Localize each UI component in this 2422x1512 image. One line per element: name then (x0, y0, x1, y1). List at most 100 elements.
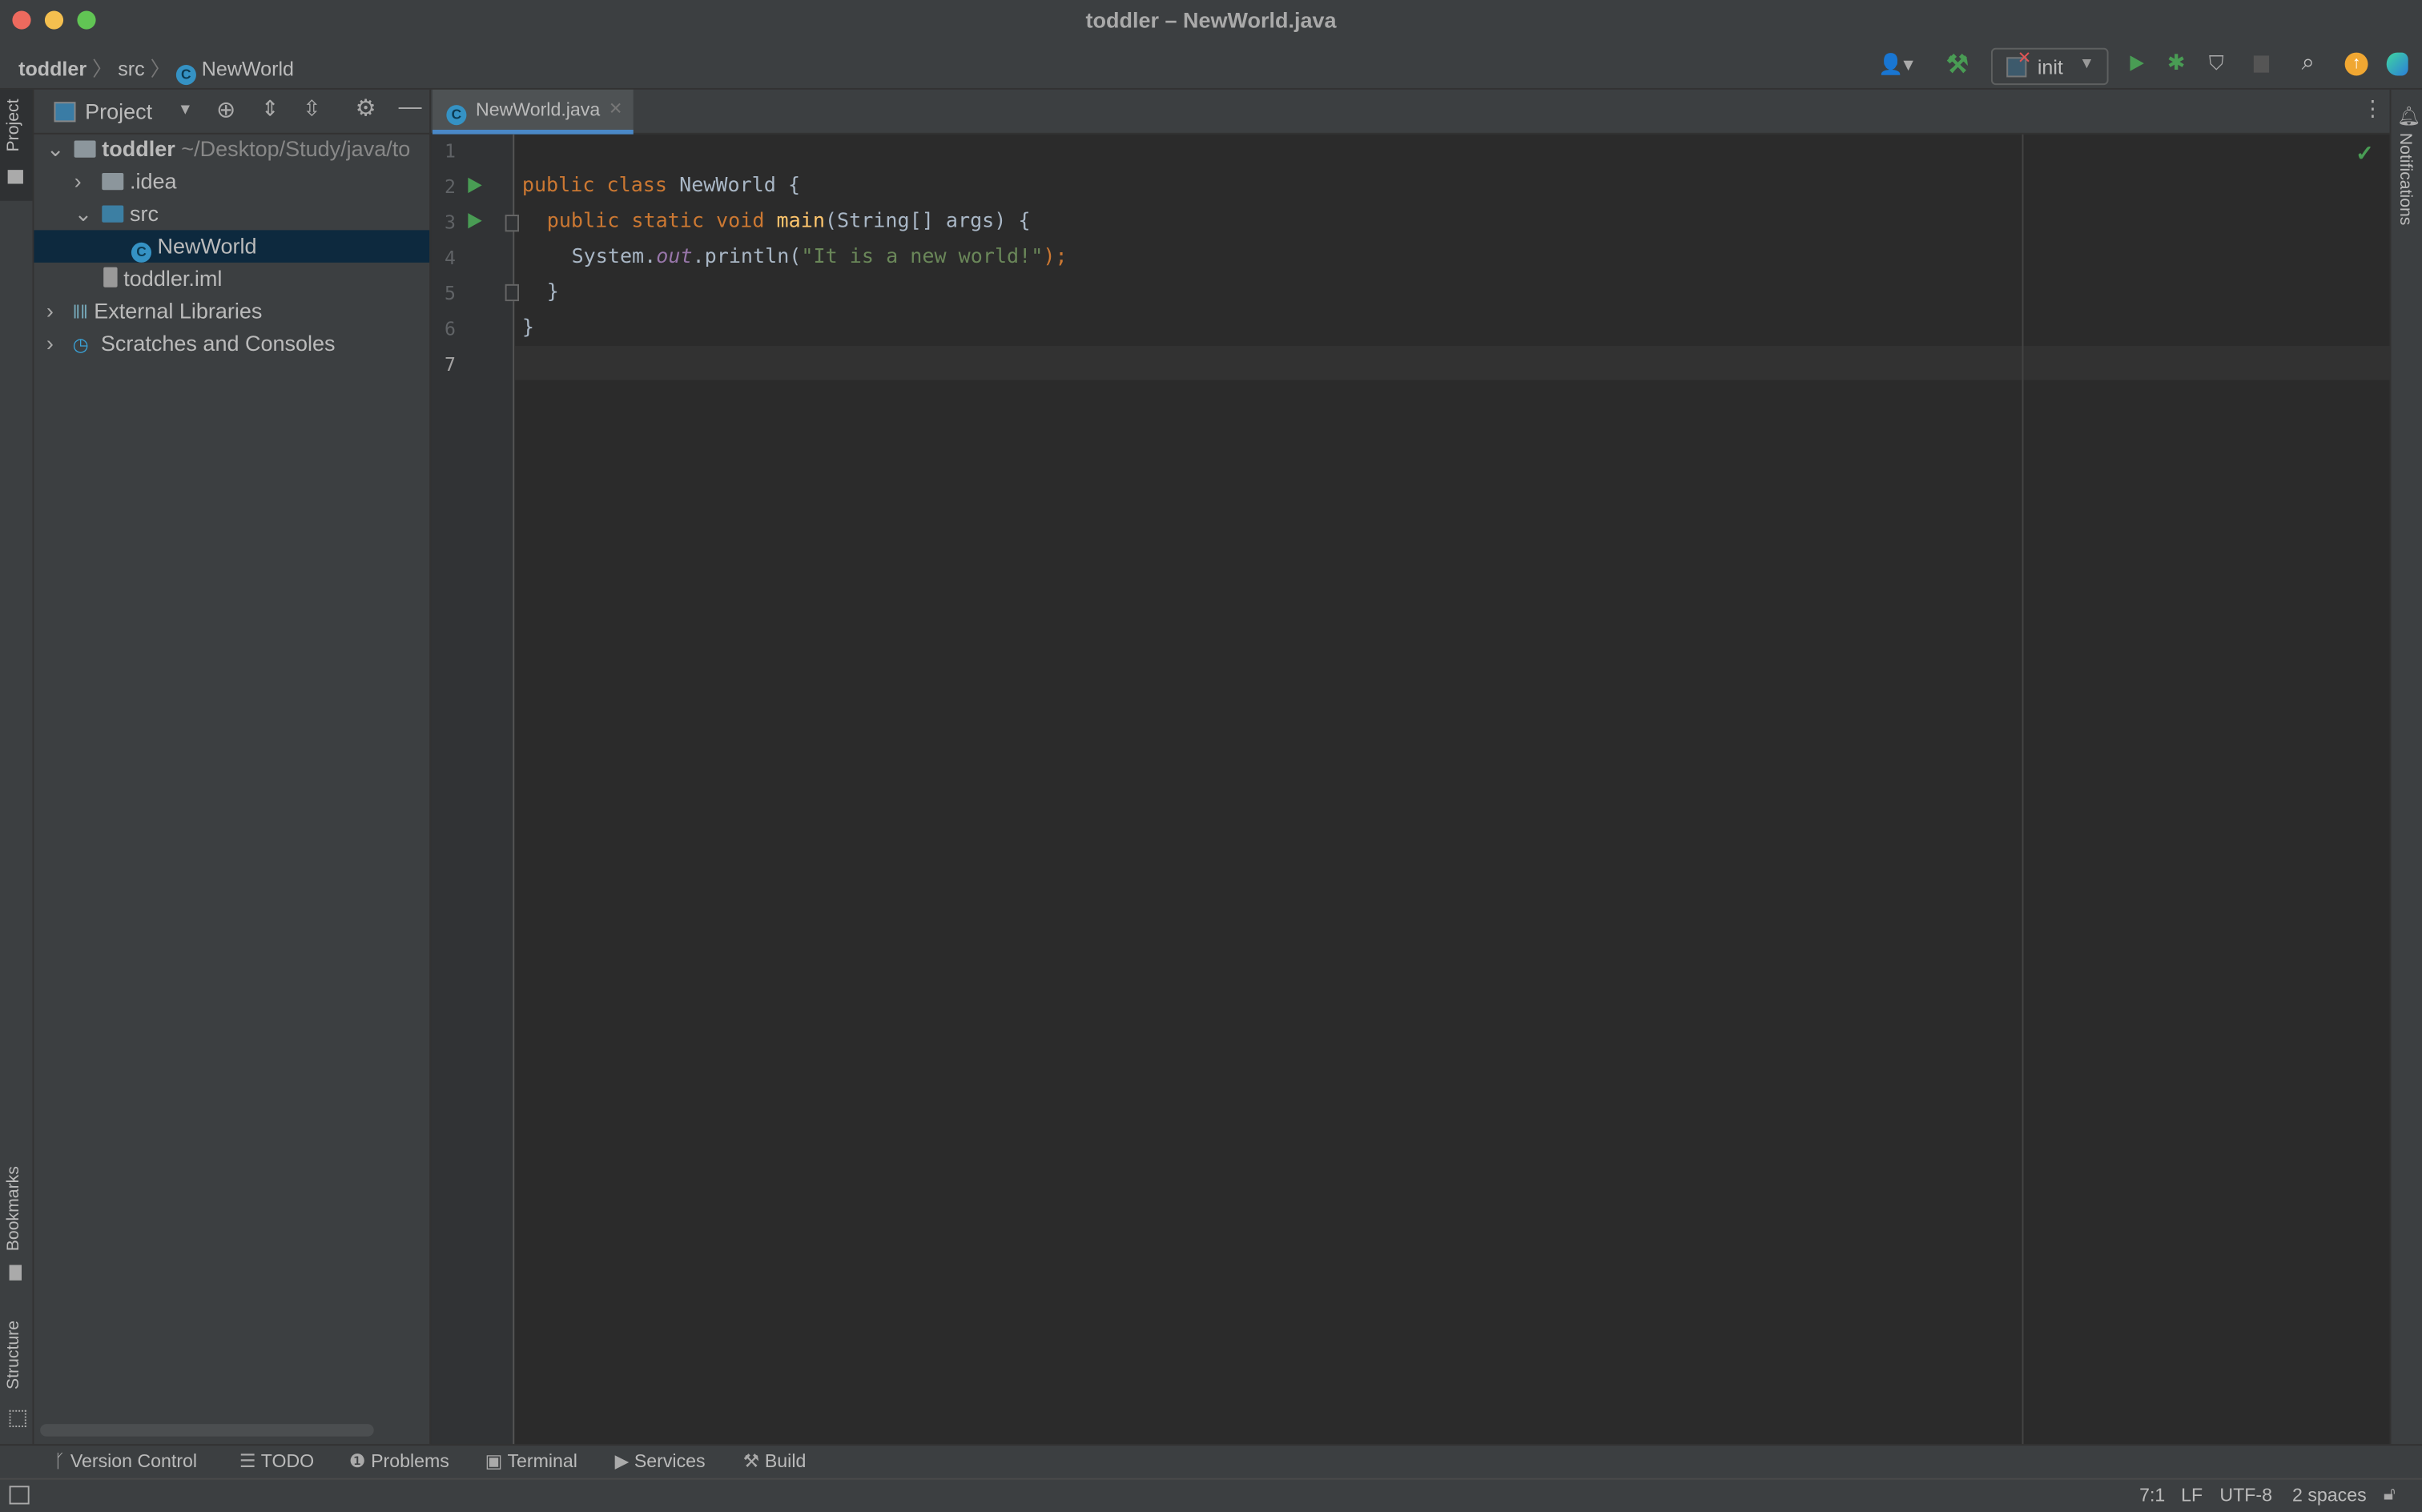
breadcrumb-src[interactable]: src (118, 57, 144, 80)
right-margin-guide (2022, 134, 2024, 1445)
class-icon: C (131, 242, 152, 263)
code-with-me-icon[interactable] (2386, 52, 2408, 76)
project-tool-label: Project (4, 99, 23, 152)
source-folder-icon (102, 205, 124, 223)
coverage-icon[interactable]: ⛉ (2209, 51, 2224, 76)
tree-label: External Libraries (94, 298, 263, 324)
bookmarks-tool-button[interactable]: Bookmarks (0, 1163, 33, 1294)
breadcrumb-class[interactable]: NewWorld (202, 57, 294, 80)
tree-item-idea[interactable]: › .idea (34, 165, 429, 198)
line-number: 3 (444, 211, 456, 234)
file-encoding[interactable]: UTF-8 (2219, 1484, 2272, 1506)
breadcrumb-project[interactable]: toddler (18, 57, 86, 80)
problems-tool-button[interactable]: ❶ Problems (349, 1450, 449, 1472)
code-line-2: public class NewWorld { (521, 174, 801, 198)
tree-label: NewWorld (157, 233, 257, 259)
window-title: toddler – NewWorld.java (1085, 7, 1337, 33)
line-number: 5 (444, 282, 456, 304)
hammer-icon: ⚒ (742, 1450, 760, 1472)
search-icon[interactable]: ⌕ (2302, 50, 2315, 76)
line-number: 7 (444, 353, 456, 376)
build-hammer-icon[interactable]: ⚒ (1946, 50, 1969, 81)
tab-newworld-java[interactable]: C NewWorld.java ✕ (432, 89, 634, 135)
line-number: 4 (444, 247, 456, 269)
bookmarks-label: Bookmarks (4, 1166, 23, 1252)
chevron-right-icon[interactable]: › (74, 165, 82, 198)
status-bar: 7:1 LF UTF-8 2 spaces 🔓︎ (0, 1478, 2422, 1512)
chevron-down-icon[interactable]: ▼ (178, 102, 193, 119)
chevron-right-icon[interactable]: › (46, 295, 54, 328)
code-editor[interactable]: 1 2 3 4 5 6 7 public class NewWorld { pu… (431, 134, 2390, 1445)
caret-position[interactable]: 7:1 (2139, 1484, 2165, 1506)
chevron-right-icon[interactable]: › (46, 328, 54, 360)
project-panel-header: Project ▼ ⊕ ⇕ ⇳ ⚙ — (34, 90, 430, 135)
chevron-down-icon[interactable]: ⌄ (74, 198, 93, 231)
tool-windows-toggle-icon[interactable] (9, 1486, 30, 1505)
more-options-icon[interactable]: ⋮ (2362, 96, 2384, 123)
line-separator[interactable]: LF (2181, 1484, 2203, 1506)
fold-icon[interactable] (505, 215, 520, 232)
services-tool-button[interactable]: ▶ Services (615, 1450, 706, 1472)
tree-label: src (130, 200, 159, 226)
current-line-highlight (514, 346, 2390, 380)
structure-icon (9, 1409, 26, 1428)
chevron-down-icon: ▼ (2078, 55, 2095, 73)
collapse-all-icon[interactable]: ⇳ (303, 96, 321, 123)
fold-icon[interactable] (505, 284, 520, 302)
version-control-tool-button[interactable]: ᚴ Version Control (54, 1450, 198, 1472)
bottom-tool-bar: ᚴ Version Control ☰ TODO ❶ Problems ▣ Te… (0, 1444, 2422, 1479)
tab-label: NewWorld.java (476, 99, 601, 121)
main-toolbar: toddler 〉 src 〉 C NewWorld 👤▾ ⚒ ✕ init ▼… (0, 43, 2422, 90)
class-icon: C (175, 65, 196, 86)
project-tool-button[interactable]: Project (0, 89, 33, 201)
tree-item-newworld[interactable]: C NewWorld (34, 230, 430, 263)
gear-icon[interactable]: ⚙ (356, 94, 376, 123)
editor-gutter: 1 2 3 4 5 6 7 (431, 134, 520, 1445)
locate-icon[interactable]: ⊕ (216, 96, 235, 124)
project-view-icon (54, 102, 76, 123)
user-icon[interactable]: 👤▾ (1878, 53, 1913, 78)
editor-tabs: C NewWorld.java ✕ ⋮ (431, 89, 2390, 135)
code-line-6: } (521, 316, 534, 340)
hide-icon[interactable]: — (399, 94, 422, 121)
tree-item-src[interactable]: ⌄ src (34, 198, 429, 231)
update-icon[interactable]: ↑ (2344, 52, 2368, 76)
bookmark-icon (9, 1265, 22, 1281)
run-config-select[interactable]: ✕ init ▼ (1990, 47, 2109, 86)
todo-tool-button[interactable]: ☰ TODO (239, 1450, 314, 1472)
run-class-icon[interactable] (468, 177, 482, 194)
module-folder-icon (74, 140, 96, 158)
bell-icon[interactable]: 🔔︎ (2397, 105, 2420, 127)
tree-item-toddler[interactable]: ⌄ toddler ~/Desktop/Study/java/to (34, 133, 429, 166)
run-config-label: init (2037, 55, 2063, 79)
tree-label: toddler.iml (123, 265, 223, 291)
run-main-icon[interactable] (468, 213, 482, 229)
run-icon[interactable] (2130, 55, 2144, 71)
tree-item-scratches[interactable]: › ◷ Scratches and Consoles (34, 328, 429, 360)
notifications-tool-button[interactable]: Notifications (2396, 133, 2414, 226)
structure-tool-button[interactable]: Structure (0, 1317, 33, 1434)
tree-item-external-libraries[interactable]: › ‖‖ External Libraries (34, 295, 429, 328)
no-problems-check-icon[interactable]: ✓ (2356, 141, 2374, 167)
debug-icon[interactable]: ✱ (2167, 50, 2186, 76)
expand-all-icon[interactable]: ⇕ (261, 96, 280, 123)
tree-label: Scratches and Consoles (100, 330, 336, 356)
build-tool-button[interactable]: ⚒ Build (743, 1450, 807, 1472)
tree-label: toddler (102, 135, 175, 161)
iml-file-icon (103, 267, 118, 288)
line-number: 2 (444, 175, 456, 198)
close-tab-icon[interactable]: ✕ (609, 90, 623, 130)
title-bar: toddler – NewWorld.java (0, 0, 2422, 44)
terminal-tool-button[interactable]: ▣ Terminal (485, 1450, 577, 1472)
indent-setting[interactable]: 2 spaces (2292, 1484, 2367, 1506)
folder-icon (7, 170, 23, 184)
project-view-select[interactable]: Project (85, 99, 152, 123)
line-number: 1 (444, 140, 456, 163)
lock-icon[interactable]: 🔓︎ (2384, 1482, 2396, 1506)
horizontal-scrollbar[interactable] (40, 1424, 374, 1437)
stop-icon[interactable] (2253, 55, 2270, 73)
tree-item-toddler-iml[interactable]: toddler.iml (34, 263, 429, 296)
folder-icon (102, 173, 124, 191)
scratches-icon: ◷ (72, 333, 89, 356)
chevron-down-icon[interactable]: ⌄ (46, 133, 65, 166)
